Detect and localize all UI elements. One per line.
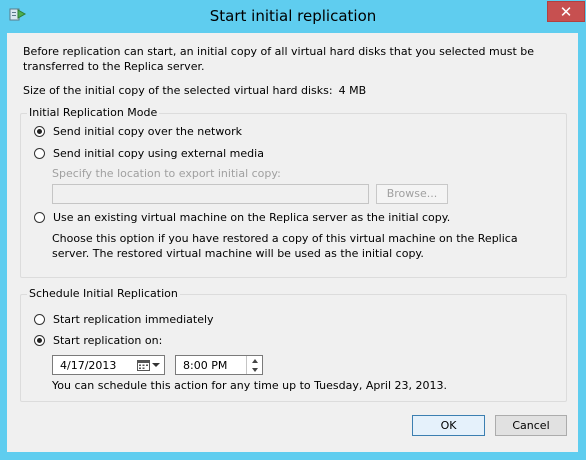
- chevron-down-icon[interactable]: [152, 363, 160, 367]
- spin-down-icon[interactable]: [247, 365, 262, 374]
- radio-send-network[interactable]: Send initial copy over the network: [34, 125, 242, 138]
- intro-text: Before replication can start, an initial…: [23, 45, 535, 73]
- radio-button-unchecked[interactable]: [34, 314, 45, 325]
- calendar-icon[interactable]: [137, 359, 150, 371]
- radio-button-unchecked[interactable]: [34, 212, 45, 223]
- radio-send-external-media[interactable]: Send initial copy using external media: [34, 147, 264, 160]
- radio-use-existing-vm[interactable]: Use an existing virtual machine on the R…: [34, 211, 450, 224]
- initial-replication-mode-legend: Initial Replication Mode: [27, 106, 160, 119]
- schedule-initial-replication-group: Schedule Initial Replication Start repli…: [20, 287, 567, 402]
- date-picker[interactable]: 4/17/2013: [52, 355, 165, 375]
- export-location-input[interactable]: [52, 184, 369, 204]
- radio-button-unchecked[interactable]: [34, 148, 45, 159]
- existing-vm-help-text: Choose this option if you have restored …: [52, 232, 518, 260]
- radio-button-checked[interactable]: [34, 335, 45, 346]
- copy-size-line: Size of the initial copy of the selected…: [23, 84, 366, 97]
- window-title: Start initial replication: [209, 7, 377, 25]
- initial-replication-mode-group: Initial Replication Mode Send initial co…: [20, 106, 567, 278]
- time-picker-value: 8:00 PM: [183, 358, 228, 372]
- dialog-window: Start initial replication ✕ Before repli…: [0, 0, 586, 460]
- ok-button[interactable]: OK: [412, 415, 485, 436]
- radio-start-immediately[interactable]: Start replication immediately: [34, 313, 214, 326]
- radio-send-network-label: Send initial copy over the network: [53, 125, 242, 138]
- radio-start-on-label: Start replication on:: [53, 334, 163, 347]
- radio-start-immediately-label: Start replication immediately: [53, 313, 214, 326]
- browse-button[interactable]: Browse...: [376, 184, 448, 204]
- title-bar[interactable]: Start initial replication ✕: [0, 0, 586, 33]
- radio-send-external-media-label: Send initial copy using external media: [53, 147, 264, 160]
- schedule-initial-replication-legend: Schedule Initial Replication: [27, 287, 180, 300]
- radio-button-checked[interactable]: [34, 126, 45, 137]
- radio-use-existing-vm-label: Use an existing virtual machine on the R…: [53, 211, 451, 224]
- spin-up-icon[interactable]: [247, 356, 262, 365]
- close-button[interactable]: ✕: [547, 1, 585, 22]
- schedule-note: You can schedule this action for any tim…: [52, 379, 447, 392]
- radio-start-on[interactable]: Start replication on:: [34, 334, 162, 347]
- copy-size-value: 4 MB: [338, 84, 367, 97]
- export-location-label: Specify the location to export initial c…: [52, 167, 281, 180]
- time-spinner[interactable]: [246, 356, 262, 374]
- date-picker-value: 4/17/2013: [60, 358, 117, 372]
- copy-size-label: Size of the initial copy of the selected…: [23, 84, 333, 97]
- time-picker[interactable]: 8:00 PM: [175, 355, 263, 375]
- cancel-button[interactable]: Cancel: [495, 415, 567, 436]
- dialog-client-area: Before replication can start, an initial…: [7, 33, 578, 452]
